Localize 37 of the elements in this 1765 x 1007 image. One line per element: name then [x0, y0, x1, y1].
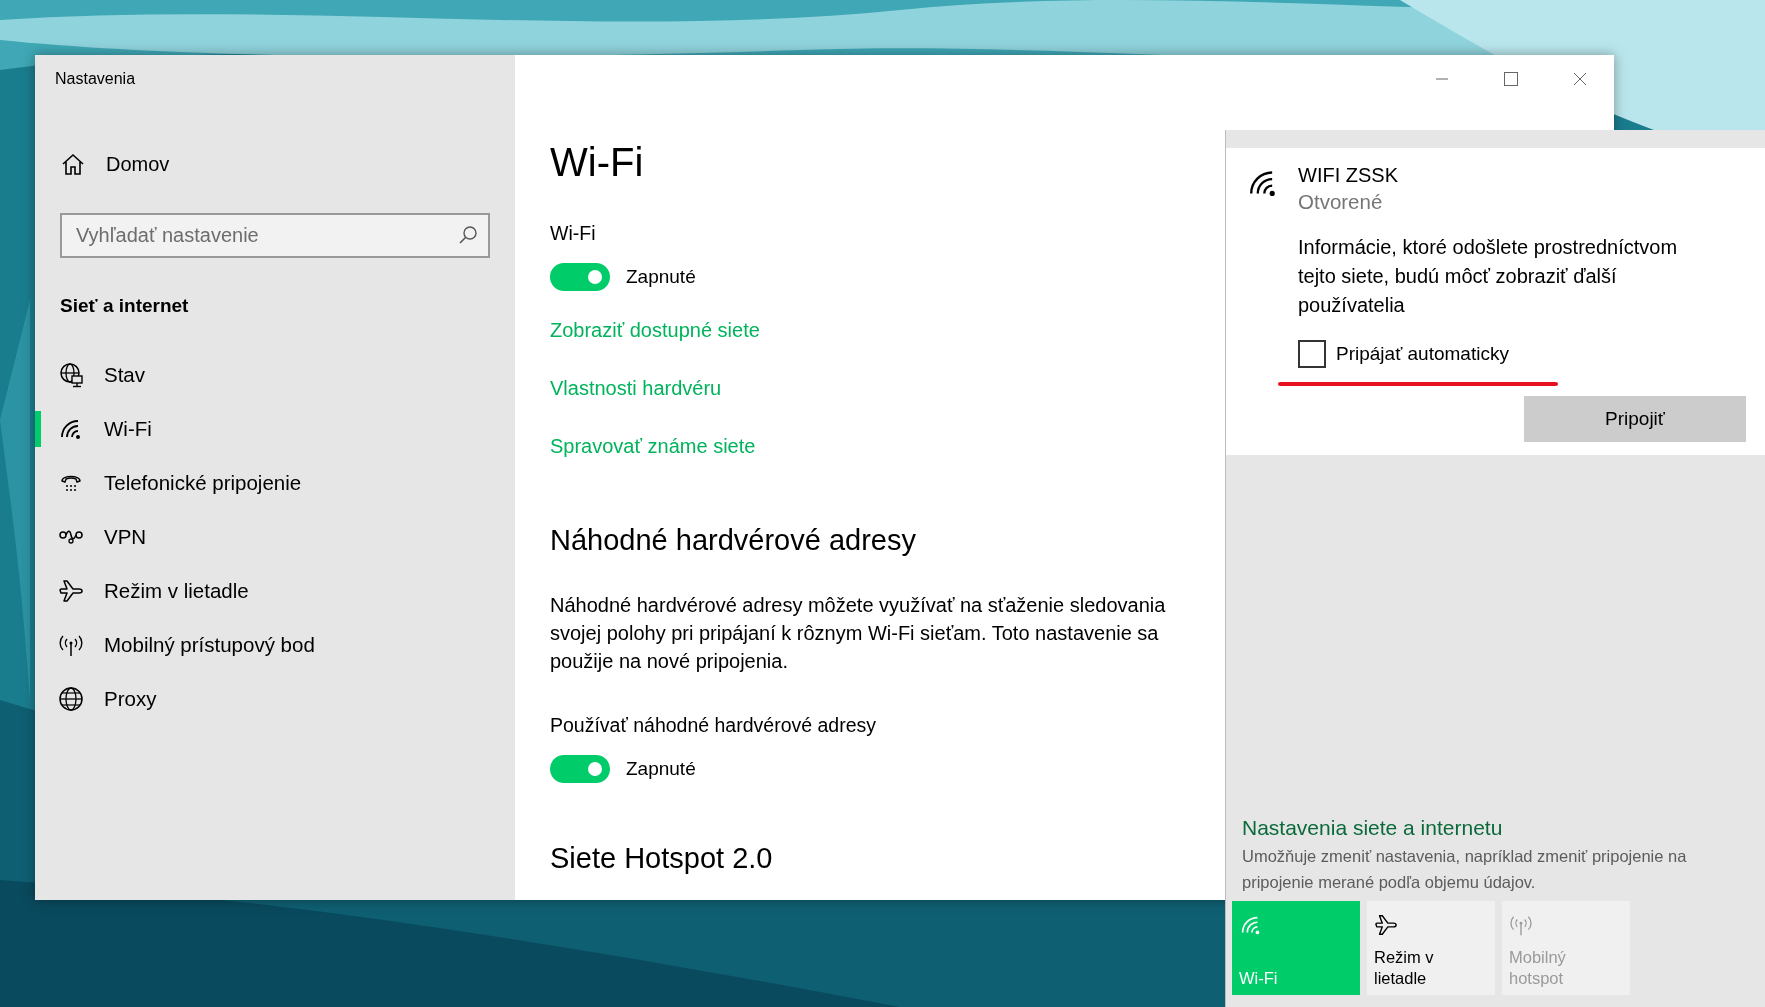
info-text: Informácie, ktoré odošlete prostredníctvom tejto siete, budú môcť zobraziť ďalší používatelia: [1298, 235, 1679, 318]
network-status: Otvorené: [1298, 189, 1384, 215]
setting-label: Používať náhodné hardvérové adresy: [550, 713, 877, 738]
section-heading: Náhodné hardvérové adresy: [550, 523, 916, 558]
toggle-switch[interactable]: [550, 263, 610, 291]
toggle-switch[interactable]: [550, 755, 610, 783]
nav-item[interactable]: Telefonické pripojenie: [35, 465, 515, 501]
globe-icon: [58, 362, 84, 388]
home-icon: [60, 151, 86, 177]
nav-item[interactable]: Mobilný prístupový bod: [35, 627, 515, 663]
setting-label: Wi-Fi: [550, 221, 596, 246]
airplane-icon: [58, 578, 84, 604]
search-field[interactable]: Vyhľadať nastavenie: [60, 213, 490, 258]
search-icon: [458, 225, 478, 245]
minimize-icon: [1434, 78, 1449, 80]
section-heading: Sieť a internet: [59, 294, 190, 318]
home-link[interactable]: Domov: [35, 136, 515, 192]
airplane-icon: [1374, 913, 1398, 937]
description-text: Umožňuje zmeniť nastavenia, napríklad zmeniť pripojenie na pripojenie merané podľa objemu údajov.: [1241, 846, 1688, 893]
toggle-state: Zapnuté: [626, 264, 696, 289]
globe-icon: [58, 686, 84, 712]
section-heading: Siete Hotspot 2.0: [550, 841, 773, 876]
description-text: Náhodné hardvérové adresy môžete využívať na sťaženie sledovania svojej polohy pri pripájaní k rôznym Wi-Fi sieťam. Toto nastavenie sa použije na nové pripojenia.: [550, 593, 1167, 674]
auto-connect-checkbox[interactable]: Pripájať automaticky: [1298, 340, 1509, 369]
connect-button[interactable]: Pripojiť: [1524, 396, 1746, 442]
nav-item[interactable]: VPN: [35, 519, 515, 555]
nav-item[interactable]: Stav: [35, 357, 515, 393]
quick-action-tile[interactable]: Režim v lietadle: [1367, 901, 1495, 995]
window-title: Nastavenia: [55, 69, 136, 89]
nav-item[interactable]: Proxy: [35, 681, 515, 717]
toggle-state: Zapnuté: [626, 756, 696, 781]
close-icon: [1572, 72, 1587, 86]
maximize-icon: [1503, 72, 1518, 86]
settings-link[interactable]: Nastavenia siete a internetu: [1232, 813, 1759, 843]
nav-item[interactable]: Režim v lietadle: [35, 573, 515, 609]
page-title: Wi-Fi: [550, 139, 644, 186]
network-name: WIFI ZSSK: [1298, 163, 1399, 188]
